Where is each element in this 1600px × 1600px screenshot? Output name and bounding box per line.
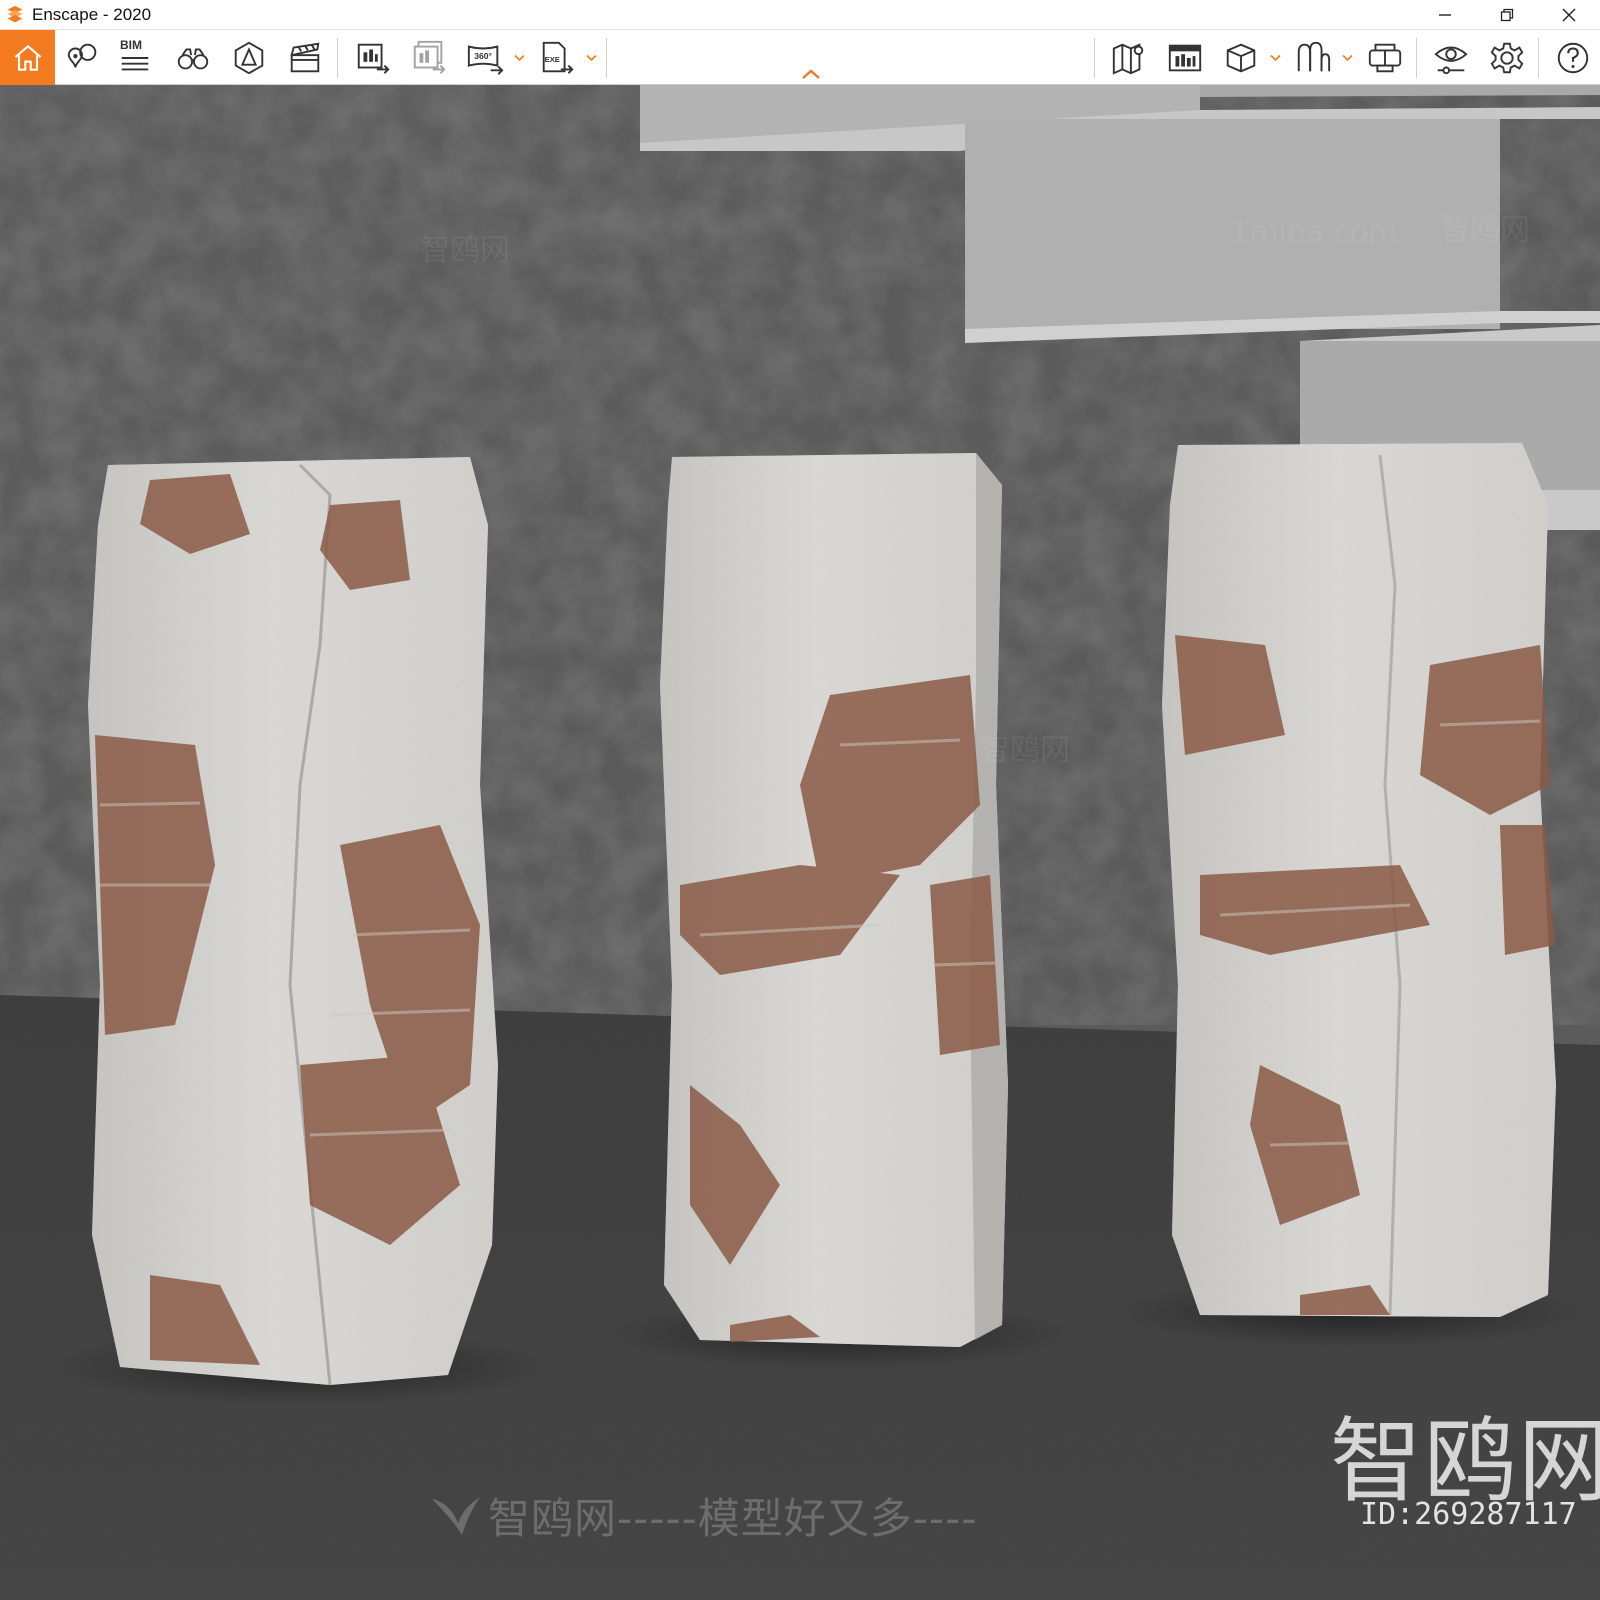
watermark-faint: 智鸥网 (1440, 213, 1530, 248)
restore-icon (1500, 8, 1514, 22)
asset-library-button[interactable] (1288, 30, 1338, 85)
chevron-down-icon (513, 54, 525, 61)
panorama-button[interactable]: 360° (460, 30, 510, 85)
batch-render-button[interactable] (404, 30, 454, 85)
exe-label: EXE (545, 54, 560, 63)
minimize-button[interactable] (1414, 0, 1476, 30)
visual-settings-button[interactable] (1426, 30, 1476, 85)
asset-library-icon (1297, 41, 1331, 71)
atmosphere-icon (234, 41, 264, 74)
gear-icon (1490, 42, 1524, 73)
chevron-up-icon (802, 69, 820, 79)
visual-settings-icon (1434, 46, 1468, 74)
atmosphere-button[interactable] (224, 30, 274, 85)
export-dropdown[interactable] (584, 30, 598, 85)
watermark-id: ID:269287117 (1360, 1497, 1577, 1532)
home-icon (14, 44, 41, 71)
screenshot-export-icon (357, 43, 390, 74)
batch-render-icon (413, 40, 446, 74)
binoculars-icon (177, 48, 209, 69)
watermark-faint-site: 1miba.com (1230, 215, 1398, 250)
enscape-logo-icon (7, 5, 23, 22)
toolbar-separator (1416, 38, 1417, 78)
watermark-faint: 智鸥网 (980, 733, 1070, 768)
brick-pillar-center (660, 453, 1008, 1347)
panorama-360-icon: 360° (467, 44, 504, 75)
window-controls (1414, 0, 1600, 30)
toolbar-separator (606, 38, 607, 78)
watermark-faint: 智鸥网 (420, 233, 510, 268)
collapse-toolbar-button[interactable] (798, 66, 824, 82)
panorama-dropdown[interactable] (512, 30, 526, 85)
exe-export-icon: EXE (542, 41, 574, 74)
watermark-slogan: 智鸥网-----模型好又多---- (488, 1494, 978, 1543)
minimize-icon (1439, 14, 1451, 16)
clapperboard-icon (290, 42, 320, 72)
toolbar-separator (1094, 38, 1095, 78)
chevron-down-icon (585, 54, 597, 61)
vr-headset-icon (1368, 43, 1402, 72)
export-exe-button[interactable]: EXE (532, 30, 582, 85)
map-icon (1112, 42, 1144, 75)
chevron-down-icon (1269, 54, 1281, 61)
brick-pillar-left (88, 457, 498, 1386)
home-button[interactable] (0, 30, 55, 85)
pin-icon (67, 43, 97, 68)
settings-button[interactable] (1482, 30, 1532, 85)
cube-dropdown[interactable] (1268, 30, 1282, 85)
bim-label: BIM (120, 38, 142, 52)
views-button[interactable] (1160, 30, 1210, 85)
close-icon (1562, 8, 1576, 22)
help-icon (1557, 42, 1589, 73)
screenshot-button[interactable] (348, 30, 398, 85)
views-manager-icon (1168, 44, 1202, 71)
toolbar-separator (337, 38, 338, 78)
walk-mode-button[interactable] (168, 30, 218, 85)
cube-icon (1226, 43, 1256, 72)
brick-pillar-right (1162, 443, 1556, 1317)
help-button[interactable] (1548, 30, 1598, 85)
close-button[interactable] (1538, 0, 1600, 30)
toolbar-separator (1538, 38, 1539, 78)
capture-view-button[interactable] (58, 30, 108, 85)
render-scene (0, 85, 1600, 1600)
map-button[interactable] (1104, 30, 1154, 85)
vr-headset-button[interactable] (1360, 30, 1410, 85)
asset-library-dropdown[interactable] (1340, 30, 1354, 85)
restore-button[interactable] (1476, 0, 1538, 30)
chevron-down-icon (1341, 54, 1353, 61)
cube-button[interactable] (1216, 30, 1266, 85)
bird-logo-icon (432, 1497, 480, 1535)
window-title: Enscape - 2020 (32, 4, 152, 24)
video-editor-button[interactable] (280, 30, 330, 85)
panorama-label: 360° (474, 50, 492, 60)
render-viewport[interactable]: 智鸥网 1miba.com 智鸥网 智鸥网 智鸥网-----模型好又多---- … (0, 85, 1600, 1600)
title-bar: Enscape - 2020 (0, 0, 1600, 30)
